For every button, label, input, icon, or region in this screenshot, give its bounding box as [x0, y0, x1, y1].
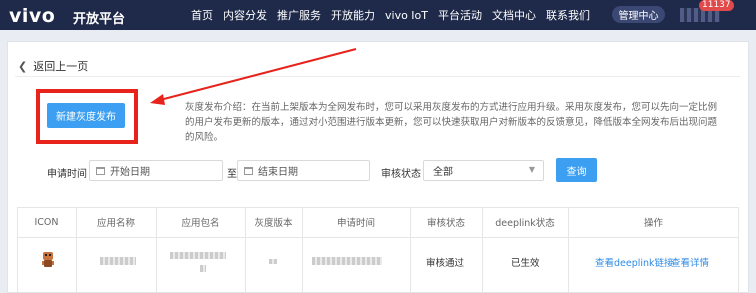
th-deeplink-status: deeplink状态	[495, 218, 555, 229]
apply-time-redacted	[312, 257, 382, 265]
nav-iot[interactable]: vivo IoT	[385, 9, 428, 22]
th-review-status: 审核状态	[426, 218, 465, 229]
intro-text: 灰度发布介绍：在当前上架版本为全网发布时，您可以采用灰度发布的方式进行应用升级。…	[185, 102, 718, 143]
chevron-down-icon: ▼	[528, 165, 535, 174]
end-date-placeholder: 结束日期	[258, 167, 298, 178]
th-package-name: 应用包名	[181, 218, 220, 229]
nav-open-capability[interactable]: 开放能力	[331, 7, 375, 23]
chevron-left-icon: ❮	[18, 59, 28, 73]
start-date-placeholder: 开始日期	[110, 167, 150, 178]
back-label: 返回上一页	[33, 60, 89, 73]
th-actions: 操作	[643, 218, 663, 229]
divider	[15, 76, 740, 77]
view-details-link[interactable]: 查看详情	[671, 255, 709, 269]
end-date-input[interactable]: 结束日期	[237, 160, 370, 181]
start-date-input[interactable]: 开始日期	[89, 160, 223, 181]
th-gray-version: 灰度版本	[254, 218, 293, 229]
notification-badge: 11137	[699, 0, 734, 11]
date-separator: 至	[227, 169, 237, 180]
apply-time-label: 申请时间	[47, 169, 87, 180]
nav-docs[interactable]: 文档中心	[492, 7, 536, 23]
back-link[interactable]: ❮ 返回上一页	[18, 58, 88, 74]
nav-promotion[interactable]: 推广服务	[277, 7, 321, 23]
th-app-name: 应用名称	[96, 218, 135, 229]
app-name-redacted	[100, 257, 136, 265]
package-name-redacted	[170, 252, 226, 259]
status-select-value: 全部	[433, 167, 453, 178]
query-button[interactable]: 查询	[556, 158, 597, 182]
th-apply-time: 申请时间	[336, 218, 375, 229]
vivo-logo[interactable]: vivo	[9, 5, 55, 27]
platform-name: 开放平台	[73, 12, 126, 27]
review-status-cell: 审核通过	[426, 258, 465, 269]
th-icon: ICON	[34, 216, 59, 228]
table-header-divider	[17, 237, 739, 238]
main-nav: 首页 内容分发 推广服务 开放能力 vivo IoT 平台活动 文档中心 联系我…	[191, 0, 600, 30]
nav-activities[interactable]: 平台活动	[438, 7, 482, 23]
deeplink-status-cell: 已生效	[511, 258, 540, 269]
calendar-icon	[244, 166, 253, 175]
app-icon	[42, 252, 54, 267]
new-gray-release-button[interactable]: 新建灰度发布	[47, 103, 125, 128]
version-redacted	[269, 259, 277, 264]
nav-contact[interactable]: 联系我们	[546, 7, 590, 23]
status-select[interactable]: 全部 ▼	[423, 160, 544, 181]
package-name-redacted	[200, 265, 206, 272]
view-deeplink-link[interactable]: 查看deeplink链接	[595, 255, 674, 269]
calendar-icon	[96, 166, 105, 175]
management-center-button[interactable]: 管理中心	[612, 6, 665, 23]
status-label: 审核状态	[381, 169, 421, 180]
nav-content-distribution[interactable]: 内容分发	[223, 7, 267, 23]
nav-home[interactable]: 首页	[191, 7, 213, 23]
